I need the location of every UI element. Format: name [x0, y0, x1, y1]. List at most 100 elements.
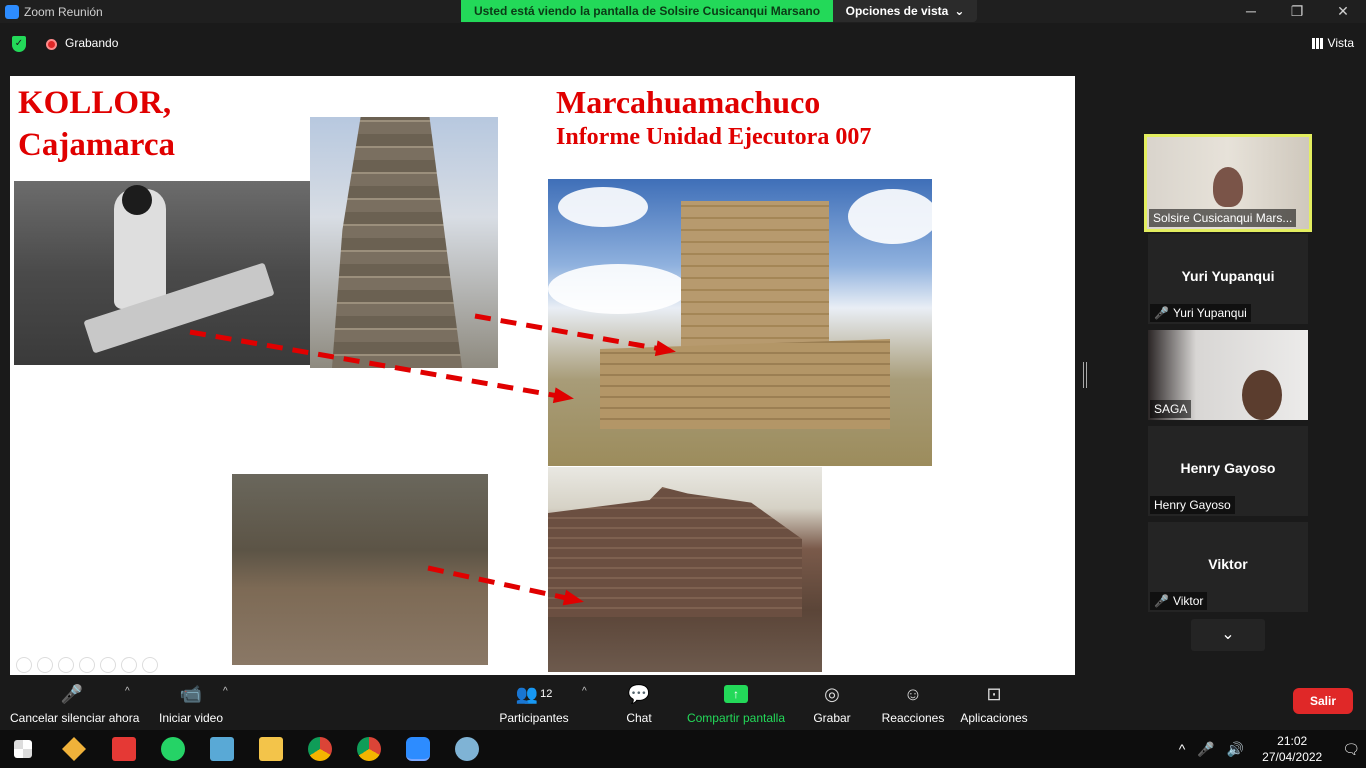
share-banner: Usted está viendo la pantalla de Solsire…: [461, 0, 977, 22]
participant-display-name: Henry Gayoso: [1180, 460, 1276, 476]
participant-tile-solsire[interactable]: Solsire Cusicanqui Mars...: [1144, 134, 1312, 232]
meeting-topbar: ✓ Grabando Vista: [0, 23, 1366, 63]
slide-annotation-tools: [16, 657, 158, 673]
restore-button[interactable]: ❐: [1274, 0, 1320, 23]
microphone-icon[interactable]: 🎤: [1197, 741, 1214, 758]
slide-arrows: [189, 313, 676, 606]
meeting-toolbar: 🎤 Cancelar silenciar ahora ^ 📹 Iniciar v…: [0, 676, 1366, 730]
gallery-scroll-down-button[interactable]: ⌄: [1191, 619, 1265, 651]
apps-icon: ⊡: [986, 683, 1002, 704]
app-icon-anydesk[interactable]: [112, 737, 136, 761]
clock-date: 27/04/2022: [1262, 750, 1323, 764]
participants-options-caret-icon[interactable]: ^: [582, 686, 587, 697]
tool-icon[interactable]: [79, 657, 95, 673]
tool-icon[interactable]: [142, 657, 158, 673]
participants-count: 12: [540, 688, 553, 700]
participant-name-label: Henry Gayoso: [1150, 496, 1235, 514]
zoom-app-icon: [5, 4, 19, 19]
tool-icon[interactable]: [37, 657, 53, 673]
chat-label: Chat: [626, 711, 652, 725]
tool-icon[interactable]: [121, 657, 137, 673]
security-shield-icon[interactable]: ✓: [12, 36, 26, 52]
windows-start-icon[interactable]: [14, 740, 32, 758]
participant-name-label: SAGA: [1150, 400, 1192, 418]
window-title: Zoom Reunión: [24, 4, 103, 19]
speaker-icon[interactable]: 🔊: [1227, 741, 1244, 758]
participant-name-label: 🎤 Yuri Yupanqui: [1150, 304, 1251, 322]
participants-label: Participantes: [499, 711, 569, 725]
share-screen-icon: ↑: [684, 680, 788, 708]
panel-splitter[interactable]: [1083, 362, 1087, 388]
apps-button[interactable]: ⊡ Aplicaciones: [958, 680, 1030, 726]
record-icon: ◎: [824, 683, 840, 704]
view-button[interactable]: Vista: [1311, 36, 1354, 50]
recording-label[interactable]: Grabando: [65, 36, 118, 50]
system-clock[interactable]: 21:02 27/04/2022: [1262, 733, 1322, 765]
view-options-label: Opciones de vista: [845, 4, 949, 18]
participant-display-name: Viktor: [1208, 556, 1248, 572]
system-tray: ^ 🎤 🔊 21:02 27/04/2022 🗨: [1173, 730, 1366, 768]
app-icon-notes[interactable]: [210, 737, 234, 761]
tool-icon[interactable]: [58, 657, 74, 673]
tool-icon[interactable]: [100, 657, 116, 673]
chevron-down-icon: ⌄: [954, 4, 965, 18]
view-label: Vista: [1327, 36, 1354, 50]
app-icon-pencil[interactable]: [62, 737, 86, 761]
file-explorer-icon[interactable]: [259, 737, 283, 761]
reactions-label: Reacciones: [881, 711, 945, 725]
unmute-button[interactable]: 🎤 Cancelar silenciar ahora: [10, 680, 140, 726]
chat-icon: 💬: [627, 683, 651, 704]
grid-icon: [1311, 37, 1323, 49]
participant-tile-viktor[interactable]: Viktor 🎤 Viktor: [1148, 522, 1308, 612]
muted-mic-icon: 🎤: [60, 683, 84, 704]
clock-time: 21:02: [1277, 734, 1308, 748]
participants-icon: 👥 12: [515, 683, 553, 704]
video-off-icon: 📹: [179, 683, 203, 704]
chat-button[interactable]: 💬 Chat: [618, 680, 660, 726]
chrome-icon[interactable]: [308, 737, 332, 761]
close-button[interactable]: ✕: [1320, 0, 1366, 23]
apps-label: Aplicaciones: [960, 711, 1028, 725]
arrowhead: [562, 589, 584, 606]
tray-chevron-icon[interactable]: ^: [1179, 741, 1186, 757]
participant-video-face: [1213, 167, 1243, 207]
start-video-button[interactable]: 📹 Iniciar video: [156, 680, 226, 726]
share-screen-button[interactable]: ↑ Compartir pantalla: [684, 680, 788, 725]
participant-tile-henry[interactable]: Henry Gayoso Henry Gayoso: [1148, 426, 1308, 516]
shared-screen: KOLLOR, Cajamarca Marcahuamachuco Inform…: [10, 76, 1075, 675]
os-taskbar: ^ 🎤 🔊 21:02 27/04/2022 🗨: [0, 730, 1366, 768]
muted-mic-icon: 🎤: [1154, 306, 1169, 320]
participant-tile-yuri[interactable]: Yuri Yupanqui 🎤 Yuri Yupanqui: [1148, 234, 1308, 324]
participant-tile-saga[interactable]: SAGA: [1148, 330, 1308, 420]
participant-name-label: Solsire Cusicanqui Mars...: [1149, 209, 1297, 227]
window-controls: ─ ❐ ✕: [1228, 0, 1366, 23]
chrome-profile-icon[interactable]: [357, 737, 381, 761]
share-banner-text: Usted está viendo la pantalla de Solsire…: [461, 0, 833, 22]
app-icon-paint[interactable]: [455, 737, 479, 761]
participant-name-label: 🎤 Viktor: [1150, 592, 1208, 610]
arrowhead: [552, 387, 574, 404]
dashed-arrow-line: [474, 313, 673, 354]
record-label: Grabar: [813, 711, 851, 725]
participant-display-name: Yuri Yupanqui: [1181, 268, 1275, 284]
view-options-button[interactable]: Opciones de vista ⌄: [833, 0, 977, 22]
arrowhead: [654, 340, 676, 357]
dashed-arrow-line: [189, 329, 571, 401]
audio-options-caret-icon[interactable]: ^: [125, 686, 130, 697]
participant-video-face: [1242, 370, 1282, 420]
muted-mic-icon: 🎤: [1154, 594, 1169, 608]
reactions-button[interactable]: ☺ Reacciones: [880, 680, 946, 726]
tool-icon[interactable]: [16, 657, 32, 673]
minimize-button[interactable]: ─: [1228, 0, 1274, 23]
record-button[interactable]: ◎ Grabar: [810, 680, 854, 726]
whatsapp-icon[interactable]: [161, 737, 185, 761]
recording-dot-icon: [46, 39, 57, 50]
notifications-icon[interactable]: 🗨: [1342, 741, 1360, 758]
video-options-caret-icon[interactable]: ^: [223, 686, 228, 697]
zoom-taskbar-icon[interactable]: [406, 737, 430, 761]
participants-button[interactable]: 👥 12 Participantes: [498, 680, 570, 726]
reactions-icon: ☺: [903, 683, 923, 704]
dashed-arrow-line: [427, 565, 581, 604]
leave-button[interactable]: Salir: [1293, 688, 1353, 714]
unmute-label: Cancelar silenciar ahora: [10, 711, 140, 725]
